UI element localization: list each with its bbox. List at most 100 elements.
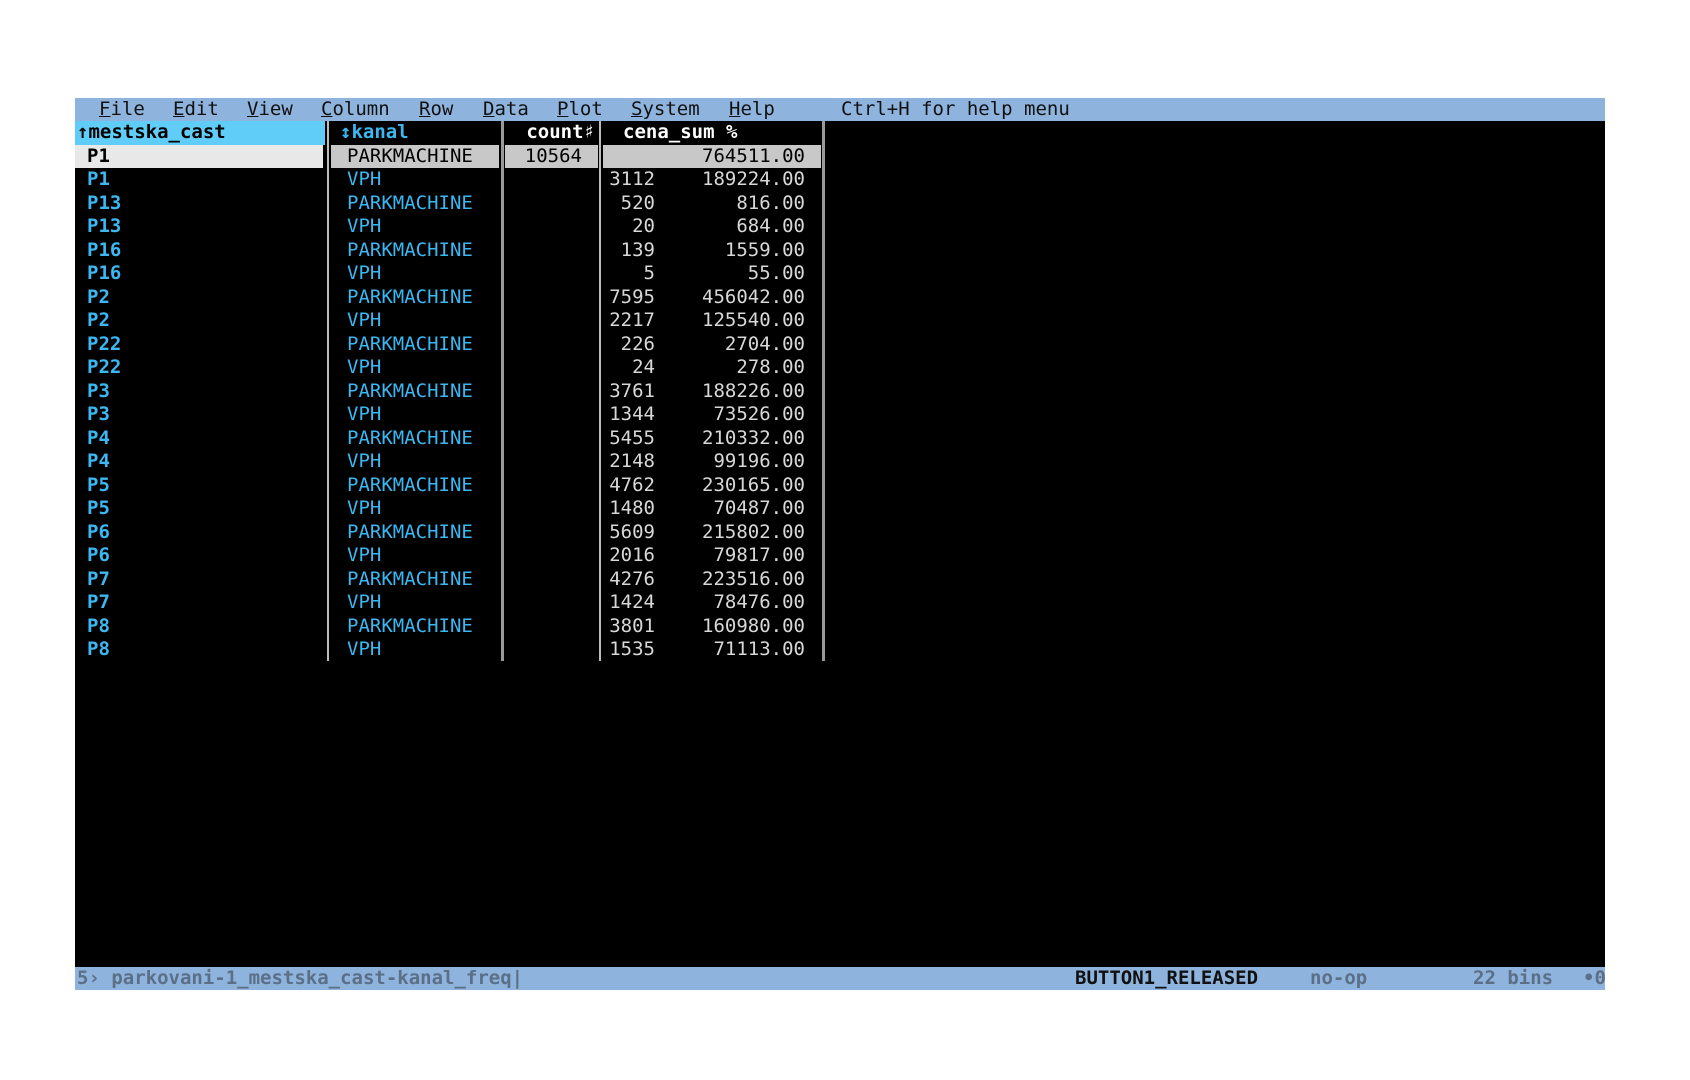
table-row[interactable]: P2 VPH 2217 125540.00	[75, 309, 835, 333]
menu-item-file[interactable]: File	[99, 98, 145, 121]
cell-cena-sum: 160980.00	[702, 614, 805, 637]
column-divider	[599, 121, 601, 661]
cell-mestska-cast: P5	[87, 473, 110, 496]
table-row[interactable]: P3 VPH 1344 73526.00	[75, 403, 835, 427]
cell-kanal: PARKMACHINE	[347, 520, 473, 543]
cell-mestska-cast: P1	[87, 168, 110, 190]
cell-cena-sum: 215802.00	[702, 520, 805, 543]
table-row[interactable]: P8 VPH 1535 71113.00	[75, 638, 835, 662]
table-row[interactable]: P13 PARKMACHINE 520 816.00	[75, 192, 835, 216]
table-row[interactable]: P8 PARKMACHINE 3801 160980.00	[75, 615, 835, 639]
menu-item-system[interactable]: System	[631, 98, 700, 121]
cell-mestska-cast: P4	[87, 450, 110, 472]
cell-kanal: PARKMACHINE	[347, 567, 473, 590]
cell-kanal: VPH	[347, 262, 382, 284]
cell-kanal: PARKMACHINE	[347, 379, 473, 402]
table-row[interactable]: P7 VPH 1424 78476.00	[75, 591, 835, 615]
cell-mestska-cast: P22	[87, 332, 122, 355]
menu-item-column[interactable]: Column	[321, 98, 390, 121]
table-row[interactable]: P5 PARKMACHINE 4762 230165.00	[75, 474, 835, 498]
cell-cena-sum: 764511.00	[603, 144, 821, 168]
cell-cena-sum: 71113.00	[713, 638, 805, 660]
table-row[interactable]: P16 VPH 5 55.00	[75, 262, 835, 286]
table-row[interactable]: P3 PARKMACHINE 3761 188226.00	[75, 380, 835, 404]
cell-kanal: PARKMACHINE	[347, 191, 473, 214]
row-count: 22 bins	[1473, 967, 1554, 989]
cell-cena-sum: 816.00	[736, 191, 805, 214]
cell-mestska-cast: P3	[87, 379, 110, 402]
table-row[interactable]: P13 VPH 20 684.00	[75, 215, 835, 239]
column-header-kanal[interactable]: ↕kanal	[334, 121, 500, 145]
table-row[interactable]: P1 VPH 3112 189224.00	[75, 168, 835, 192]
table-row[interactable]: P16 PARKMACHINE 139 1559.00	[75, 239, 835, 263]
cell-cena-sum: 188226.00	[702, 379, 805, 402]
cell-mestska-cast: P13	[87, 191, 122, 214]
cell-mestska-cast: P2	[87, 309, 110, 331]
cell-mestska-cast: P16	[87, 262, 122, 284]
cell-cena-sum: 230165.00	[702, 473, 805, 496]
cell-kanal: VPH	[347, 497, 382, 519]
cell-mestska-cast: P8	[87, 638, 110, 660]
menu-item-help[interactable]: Help	[729, 98, 775, 121]
cell-count: 10564	[505, 144, 598, 168]
cell-kanal: VPH	[347, 403, 382, 425]
column-divider	[822, 121, 825, 661]
column-divider	[327, 121, 329, 661]
menu-item-data[interactable]: Data	[483, 98, 529, 121]
last-command: no-op	[1310, 967, 1368, 989]
column-header-cena-sum[interactable]: cena_sum %	[605, 121, 820, 145]
cell-kanal: PARKMACHINE	[347, 332, 473, 355]
cell-mestska-cast: P5	[87, 497, 110, 519]
cell-mestska-cast: P16	[87, 238, 122, 261]
cell-cena-sum: 79817.00	[713, 544, 805, 566]
cell-kanal: PARKMACHINE	[347, 426, 473, 449]
cell-kanal: PARKMACHINE	[347, 285, 473, 308]
cell-mestska-cast: P4	[87, 426, 110, 449]
cell-mestska-cast: P7	[87, 591, 110, 613]
table-row[interactable]: P2 PARKMACHINE 7595 456042.00	[75, 286, 835, 310]
table-row[interactable]: P22 VPH 24 278.00	[75, 356, 835, 380]
menu-item-edit[interactable]: Edit	[173, 98, 219, 121]
cell-cena-sum: 210332.00	[702, 426, 805, 449]
progress-indicator: •0	[1583, 967, 1605, 989]
cell-mestska-cast: P8	[87, 614, 110, 637]
table-row[interactable]: P4 PARKMACHINE 5455 210332.00	[75, 427, 835, 451]
column-divider	[501, 121, 504, 661]
cell-cena-sum: 189224.00	[702, 168, 805, 190]
cell-kanal: VPH	[347, 591, 382, 613]
cell-mestska-cast: P7	[87, 567, 110, 590]
visidata-terminal: File Edit View Column Row Data Plot System Help C…	[75, 98, 1605, 990]
menu-bar: File Edit View Column Row Data Plot System Help C…	[75, 98, 1605, 121]
cell-kanal: VPH	[347, 309, 382, 331]
cell-kanal: VPH	[347, 450, 382, 472]
cell-mestska-cast: P22	[87, 356, 122, 378]
cell-kanal: VPH	[347, 356, 382, 378]
cell-kanal: PARKMACHINE	[347, 614, 473, 637]
menu-item-plot[interactable]: Plot	[557, 98, 603, 121]
column-header-mestska-cast[interactable]: ↑mestska_cast	[75, 121, 325, 145]
cell-cena-sum: 456042.00	[702, 285, 805, 308]
menu-item-row[interactable]: Row	[419, 98, 453, 121]
cell-cena-sum: 125540.00	[702, 309, 805, 331]
cell-kanal: VPH	[347, 215, 382, 237]
cell-kanal: VPH	[347, 544, 382, 566]
sheet-name[interactable]: 5› parkovani-1_mestska_cast-kanal_freq|	[77, 967, 523, 990]
table-row[interactable]: P7 PARKMACHINE 4276 223516.00	[75, 568, 835, 592]
table-header-row: ↑mestska_cast ↕kanal count♯ cena_sum %	[75, 121, 835, 145]
cell-cena-sum: 73526.00	[713, 403, 805, 425]
frequency-table: ↑mestska_cast ↕kanal count♯ cena_sum % P…	[75, 121, 835, 662]
menu-item-view[interactable]: View	[247, 98, 293, 121]
table-row[interactable]: P5 VPH 1480 70487.00	[75, 497, 835, 521]
cell-mestska-cast: P6	[87, 544, 110, 566]
cell-mestska-cast: P1	[75, 144, 323, 168]
table-row[interactable]: P4 VPH 2148 99196.00	[75, 450, 835, 474]
cell-cena-sum: 684.00	[736, 215, 805, 237]
cell-kanal: VPH	[347, 168, 382, 190]
table-row[interactable]: P6 PARKMACHINE 5609 215802.00	[75, 521, 835, 545]
column-header-count[interactable]: count♯	[505, 121, 595, 145]
cell-mestska-cast: P6	[87, 520, 110, 543]
table-row[interactable]: P6 VPH 2016 79817.00	[75, 544, 835, 568]
table-row[interactable]: P1 PARKMACHINE 10564 764511.00	[75, 144, 835, 168]
cell-kanal: VPH	[347, 638, 382, 660]
table-row[interactable]: P22 PARKMACHINE 226 2704.00	[75, 333, 835, 357]
